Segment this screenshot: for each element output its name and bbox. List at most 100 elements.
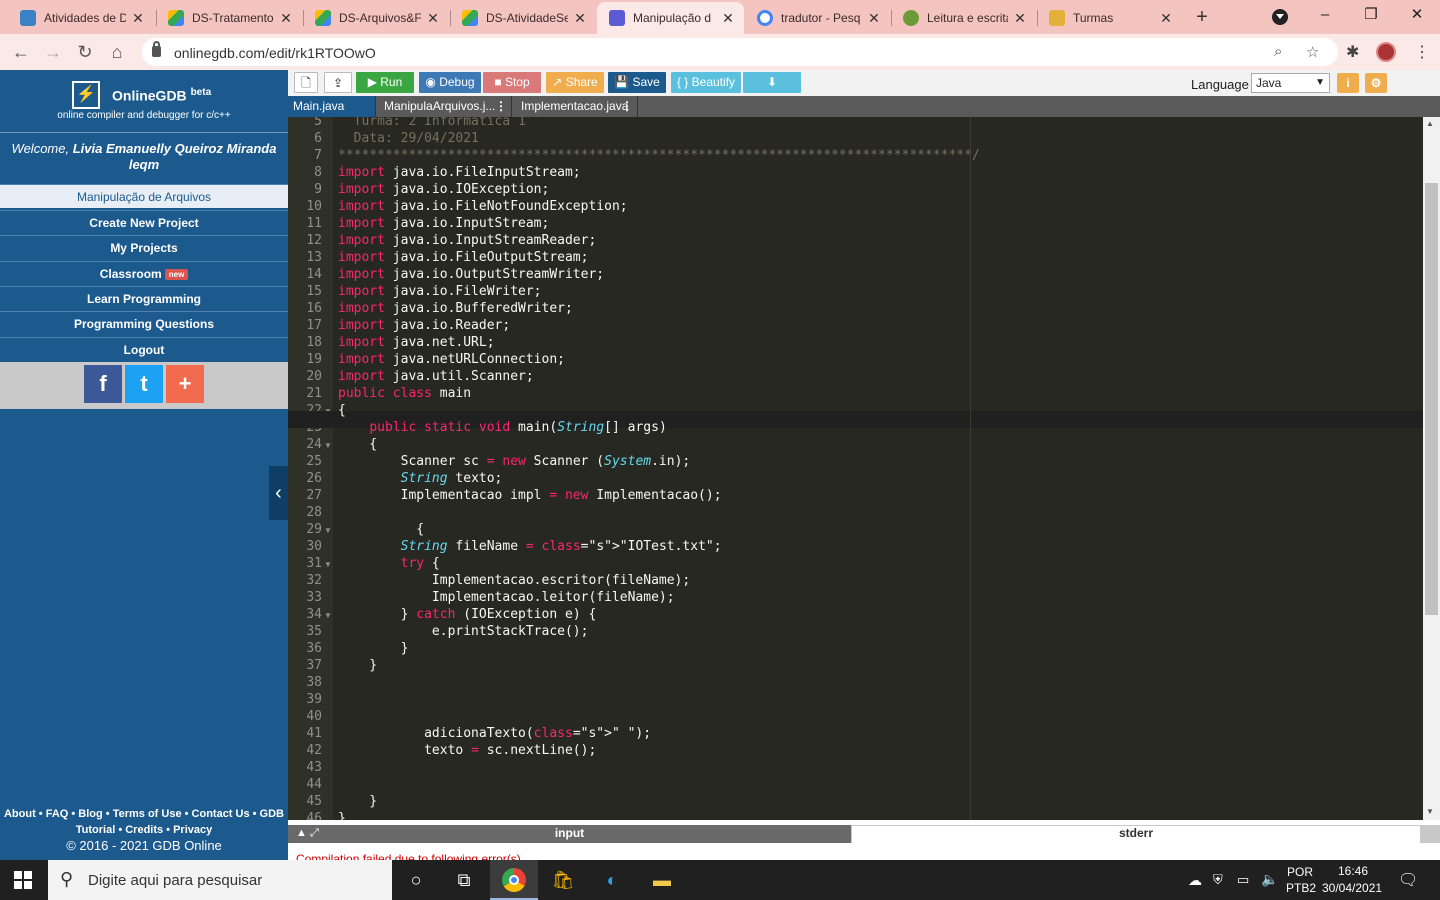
store-icon[interactable]: 🛍 <box>551 868 575 892</box>
tab-implementacao[interactable]: Implementacao.java ⋮ <box>516 96 638 117</box>
tab-input[interactable]: input <box>288 825 851 843</box>
scrollbar-thumb[interactable] <box>1425 183 1438 615</box>
app-logo[interactable]: ⚡ OnlineGDB beta online compiler and deb… <box>0 70 288 130</box>
facebook-icon[interactable]: f <box>84 365 122 403</box>
new-tab-button[interactable]: + <box>1190 6 1214 28</box>
home-icon[interactable]: ⌂ <box>106 41 128 63</box>
settings-gear-icon[interactable]: ⚙ <box>1365 73 1387 93</box>
lightning-logo-icon: ⚡ <box>72 81 100 109</box>
sidebar-item-programming-questions[interactable]: Programming Questions <box>0 311 288 335</box>
twitter-icon[interactable]: t <box>125 365 163 403</box>
task-view-icon[interactable]: ⧉ <box>452 868 476 892</box>
close-tab-icon[interactable]: ✕ <box>1012 10 1028 27</box>
info-button[interactable]: i <box>1337 73 1359 93</box>
debug-button[interactable]: ◉ Debug <box>419 72 481 93</box>
run-button[interactable]: ▶ Run <box>356 72 414 93</box>
share-button[interactable]: ↗ Share <box>546 72 604 93</box>
browser-tab-turmas[interactable]: Turmas ✕ <box>1037 2 1182 34</box>
code-line: import java.io.FileWriter; <box>338 284 542 299</box>
debug-label: Debug <box>439 75 475 89</box>
stop-button[interactable]: ■ Stop <box>483 72 541 93</box>
new-file-icon[interactable]: 🗋 <box>294 72 318 93</box>
minimize-button[interactable]: – <box>1302 4 1348 28</box>
tab-menu-icon[interactable]: ⋮ <box>621 96 633 117</box>
clock-date[interactable]: 30/04/2021 <box>1322 881 1382 895</box>
sidebar-item-learn-programming[interactable]: Learn Programming <box>0 286 288 310</box>
cortana-icon[interactable]: ○ <box>404 868 428 892</box>
sidebar-item-current-project[interactable]: Manipulação de Arquivos <box>0 184 288 208</box>
language-indicator-1[interactable]: POR <box>1287 865 1313 879</box>
close-tab-icon[interactable]: ✕ <box>278 10 294 27</box>
maximize-button[interactable]: ❐ <box>1348 4 1394 28</box>
collapse-sidebar-button[interactable]: ‹ <box>269 466 288 520</box>
sidebar-item-classroom[interactable]: Classroom new <box>0 261 288 285</box>
browser-tab-ds-arquivos[interactable]: DS-Arquivos&F ✕ <box>303 2 449 34</box>
stop-icon: ■ <box>494 75 502 89</box>
chrome-taskbar-button[interactable] <box>490 860 538 900</box>
upload-file-icon[interactable]: ⇪ <box>324 72 352 93</box>
footer-links-2[interactable]: Tutorial • Credits • Privacy <box>0 822 288 838</box>
edge-icon[interactable]: ◐ <box>600 868 624 892</box>
browser-menu-icon[interactable]: ⋮ <box>1414 42 1430 62</box>
extensions-icon[interactable]: ✱ <box>1346 42 1359 62</box>
forward-icon[interactable]: → <box>42 41 64 63</box>
fold-arrow-icon[interactable]: ▼ <box>324 560 332 569</box>
save-label: Save <box>632 75 660 89</box>
zoom-icon[interactable]: ⌕ <box>1274 43 1282 60</box>
tab-menu-icon[interactable]: ⋮ <box>495 96 507 117</box>
sidebar-item-my-projects[interactable]: My Projects <box>0 235 288 259</box>
editor-scrollbar[interactable]: ▲ ▼ <box>1423 117 1440 820</box>
clock-time[interactable]: 16:46 <box>1338 864 1368 878</box>
taskbar-search-input[interactable]: ⚲ Digite aqui para pesquisar <box>48 860 392 900</box>
browser-tab-leitura[interactable]: Leitura e escrita ✕ <box>891 2 1036 34</box>
reload-icon[interactable]: ↻ <box>74 41 96 63</box>
sidebar-item-create-new-project[interactable]: Create New Project <box>0 210 288 234</box>
onedrive-icon[interactable]: ☁ <box>1188 872 1202 889</box>
tab-search-icon[interactable] <box>1272 9 1288 25</box>
scroll-up-icon[interactable]: ▲ <box>1426 119 1434 128</box>
share-plus-icon[interactable]: + <box>166 365 204 403</box>
code-line: try { <box>400 556 440 571</box>
close-tab-icon[interactable]: ✕ <box>425 10 441 27</box>
windows-taskbar: ⚲ Digite aqui para pesquisar ○ ⧉ 🛍 ◐ ▬ ☁… <box>0 860 1440 900</box>
close-window-button[interactable]: ✕ <box>1394 4 1440 28</box>
download-icon[interactable]: ⬇ <box>743 72 801 93</box>
fold-arrow-icon[interactable]: ▼ <box>324 611 332 620</box>
profile-avatar[interactable] <box>1376 42 1396 62</box>
network-icon[interactable]: ▭ <box>1237 872 1249 888</box>
close-tab-icon[interactable]: ✕ <box>572 10 588 27</box>
fold-arrow-icon[interactable]: ▼ <box>324 526 332 535</box>
tab-main-java[interactable]: Main.java <box>288 96 376 117</box>
beautify-button[interactable]: { } Beautify <box>671 72 741 93</box>
language-select[interactable]: Java ▼ <box>1251 73 1330 93</box>
code-editor[interactable]: 5678910111213141516171819202122▼2324▼252… <box>288 117 1423 820</box>
lock-icon[interactable] <box>152 41 161 57</box>
language-indicator-2[interactable]: PTB2 <box>1286 881 1316 895</box>
browser-tab-manipulacao[interactable]: Manipulação d ✕ <box>597 2 744 34</box>
close-tab-icon[interactable]: ✕ <box>130 10 146 27</box>
volume-icon[interactable]: 🔈 <box>1261 871 1278 888</box>
fold-arrow-icon[interactable]: ▼ <box>324 441 332 450</box>
windows-start-icon[interactable] <box>14 871 32 889</box>
file-explorer-icon[interactable]: ▬ <box>650 868 674 892</box>
bookmark-star-icon[interactable]: ☆ <box>1306 43 1319 61</box>
browser-tab-tradutor[interactable]: tradutor - Pesq ✕ <box>745 2 890 34</box>
output-panel: Compilation failed due to following erro… <box>288 843 1440 860</box>
close-tab-icon[interactable]: ✕ <box>720 10 736 27</box>
security-icon[interactable]: ⛨ <box>1213 872 1223 888</box>
expand-panel-icon[interactable]: ▲ ⤢ <box>296 827 319 840</box>
footer-links[interactable]: About • FAQ • Blog • Terms of Use • Cont… <box>0 806 288 822</box>
browser-tab-atividades[interactable]: Atividades de D ✕ <box>8 2 154 34</box>
tab-stderr[interactable]: stderr <box>852 826 1420 843</box>
sidebar-item-logout[interactable]: Logout <box>0 337 288 361</box>
save-button[interactable]: 💾 Save <box>608 72 666 93</box>
browser-tab-ds-tratamento[interactable]: DS-Tratamentol ✕ <box>156 2 302 34</box>
scroll-down-icon[interactable]: ▼ <box>1426 807 1434 816</box>
notifications-icon[interactable]: 🗨 <box>1398 870 1418 890</box>
browser-tab-ds-atividade[interactable]: DS-AtividadeSe ✕ <box>450 2 596 34</box>
close-tab-icon[interactable]: ✕ <box>866 10 882 27</box>
back-icon[interactable]: ← <box>10 41 32 63</box>
url-input[interactable]: onlinegdb.com/edit/rk1RTOOwO ⌕ ☆ <box>142 38 1338 66</box>
tab-manipula-arquivos[interactable]: ManipulaArquivos.j... ⋮ <box>379 96 512 117</box>
close-tab-icon[interactable]: ✕ <box>1158 10 1174 27</box>
